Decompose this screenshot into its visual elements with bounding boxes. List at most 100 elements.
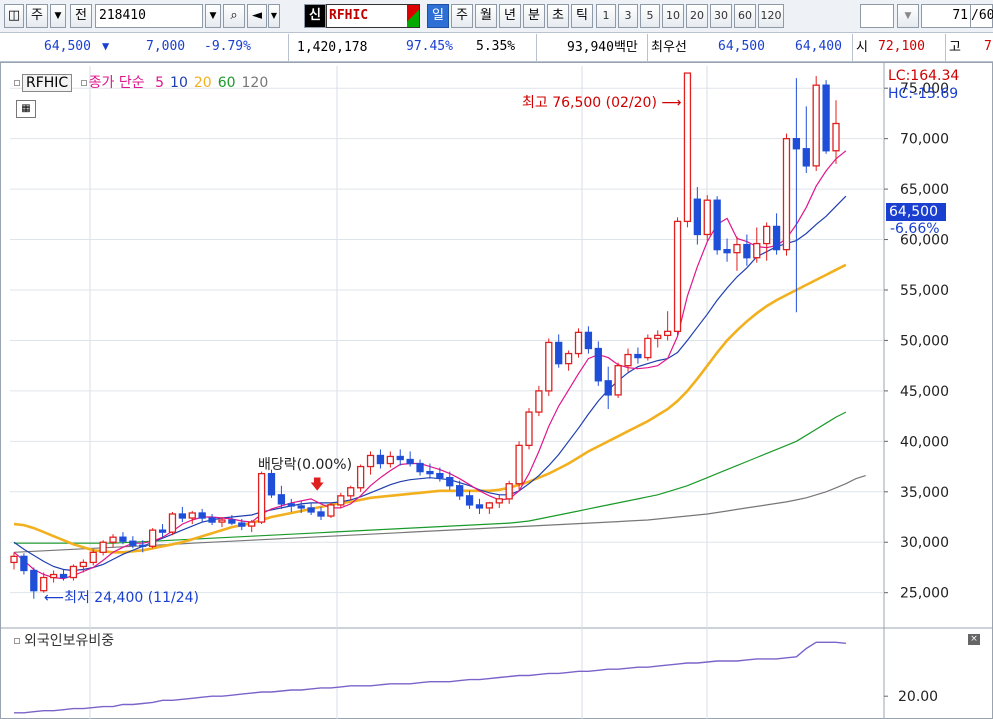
table-toggle-icon[interactable]: ▦ bbox=[16, 100, 36, 118]
legend-stock-name[interactable]: RFHIC bbox=[22, 74, 73, 92]
candle bbox=[188, 510, 196, 525]
chart-legend: RFHIC 종가 단순 5 10 20 60 120 bbox=[14, 72, 268, 92]
high-label: 고 bbox=[945, 34, 961, 61]
change-percent: -9.79% bbox=[204, 39, 251, 54]
type-dropdown-icon[interactable]: ▼ bbox=[50, 4, 66, 28]
candle bbox=[307, 502, 315, 515]
candle-body bbox=[505, 483, 513, 500]
stock-name-field[interactable]: RFHIC bbox=[326, 4, 420, 28]
candle bbox=[654, 330, 662, 348]
type-button[interactable]: 주 bbox=[26, 4, 48, 28]
candle-body bbox=[79, 561, 87, 568]
candle-body bbox=[89, 551, 97, 564]
candle bbox=[515, 441, 523, 490]
y-tick-label: 45,000 bbox=[900, 384, 949, 400]
page-field[interactable]: 71 bbox=[921, 4, 971, 28]
y-tick-label: 35,000 bbox=[900, 485, 949, 501]
interval-button-20[interactable]: 20 bbox=[686, 4, 708, 28]
legend-square-icon bbox=[80, 80, 87, 86]
close-icon[interactable]: × bbox=[968, 634, 980, 645]
candle bbox=[594, 341, 602, 386]
interval-button-120[interactable]: 120 bbox=[758, 4, 784, 28]
interval-button-1[interactable]: 1 bbox=[596, 4, 616, 28]
interval-button-5[interactable]: 5 bbox=[640, 4, 660, 28]
period-button-2[interactable]: 월 bbox=[475, 4, 497, 28]
high-price: 7 bbox=[984, 39, 992, 54]
candle bbox=[158, 524, 167, 538]
sub-chart-legend: 외국인보유비중 bbox=[14, 630, 114, 650]
period-button-1[interactable]: 주 bbox=[451, 4, 473, 28]
candle-body bbox=[426, 470, 434, 475]
period-button-5[interactable]: 초 bbox=[547, 4, 569, 28]
candle-body bbox=[406, 458, 414, 465]
panel-icon[interactable]: ◫ bbox=[4, 4, 24, 28]
turnover: 5.35% bbox=[476, 39, 516, 54]
y-tick-label: 25,000 bbox=[900, 586, 949, 602]
candle bbox=[109, 534, 117, 548]
candle bbox=[535, 385, 543, 417]
y-tick-label: 70,000 bbox=[900, 132, 949, 148]
candle-body bbox=[792, 137, 801, 150]
speaker-icon[interactable]: ◄ bbox=[247, 4, 267, 28]
candle-body bbox=[614, 365, 622, 396]
prev-button[interactable]: 전 bbox=[70, 4, 92, 28]
candle-body bbox=[178, 513, 187, 519]
candle bbox=[327, 502, 335, 519]
y-tick-label: 65,000 bbox=[900, 182, 949, 198]
interval-button-30[interactable]: 30 bbox=[710, 4, 732, 28]
price-change: 7,000 bbox=[146, 39, 186, 54]
current-price-pct: -6.66% bbox=[890, 221, 940, 237]
hc-label: HC:-15.69 bbox=[888, 86, 959, 102]
candle bbox=[257, 471, 266, 525]
dividend-annotation: 배당락(0.00%) bbox=[258, 457, 353, 473]
candle-body bbox=[802, 148, 810, 167]
candle-body bbox=[475, 504, 484, 509]
candle bbox=[812, 76, 820, 171]
candle-body bbox=[416, 462, 424, 473]
candle-body bbox=[238, 522, 246, 527]
candle bbox=[525, 408, 533, 450]
best-bid: 64,400 bbox=[795, 39, 842, 54]
interval-button-10[interactable]: 10 bbox=[662, 4, 684, 28]
candle-body bbox=[248, 521, 256, 527]
search-icon[interactable]: ⌕ bbox=[223, 4, 245, 28]
period-button-4[interactable]: 분 bbox=[523, 4, 545, 28]
interval-button-3[interactable]: 3 bbox=[618, 4, 638, 28]
candle-body bbox=[465, 495, 474, 506]
candle bbox=[317, 506, 325, 521]
ma20-line bbox=[13, 263, 847, 554]
candle bbox=[49, 570, 58, 583]
candle bbox=[416, 459, 424, 476]
sub-chart-label: 외국인보유비중 bbox=[24, 633, 115, 649]
candle bbox=[337, 492, 345, 508]
page-dropdown-icon[interactable]: ▼ bbox=[897, 4, 919, 28]
interval-button-60[interactable]: 60 bbox=[734, 4, 756, 28]
candle bbox=[69, 564, 78, 581]
period-button-3[interactable]: 년 bbox=[499, 4, 521, 28]
code-dropdown-icon[interactable]: ▼ bbox=[205, 4, 221, 28]
candle bbox=[634, 347, 642, 364]
candle bbox=[574, 328, 583, 358]
candle bbox=[376, 449, 385, 469]
candle-body bbox=[644, 337, 652, 359]
candle-body bbox=[356, 465, 365, 489]
legend-ma-20: 20 bbox=[193, 75, 212, 91]
period-button-6[interactable]: 틱 bbox=[571, 4, 593, 28]
legend-ma-60: 60 bbox=[217, 75, 236, 91]
candle-body bbox=[733, 243, 741, 254]
candle-body bbox=[703, 199, 711, 236]
candle bbox=[822, 80, 830, 154]
candle-body bbox=[654, 334, 662, 340]
candle bbox=[287, 498, 295, 512]
speaker-dropdown-icon[interactable]: ▼ bbox=[268, 4, 280, 28]
candle bbox=[584, 326, 593, 354]
candle bbox=[782, 133, 791, 256]
candle-body bbox=[109, 536, 117, 543]
ma120-line bbox=[13, 475, 866, 553]
candle-body bbox=[218, 519, 226, 523]
candle-body bbox=[634, 353, 642, 359]
price-chart[interactable]: 20.00 25,000 30,000 35,000 40,000 45,000 50,0… bbox=[0, 62, 993, 719]
period-button-0[interactable]: 일 bbox=[427, 4, 449, 28]
blank-field[interactable] bbox=[860, 4, 894, 28]
code-input[interactable]: 218410 bbox=[95, 4, 203, 28]
